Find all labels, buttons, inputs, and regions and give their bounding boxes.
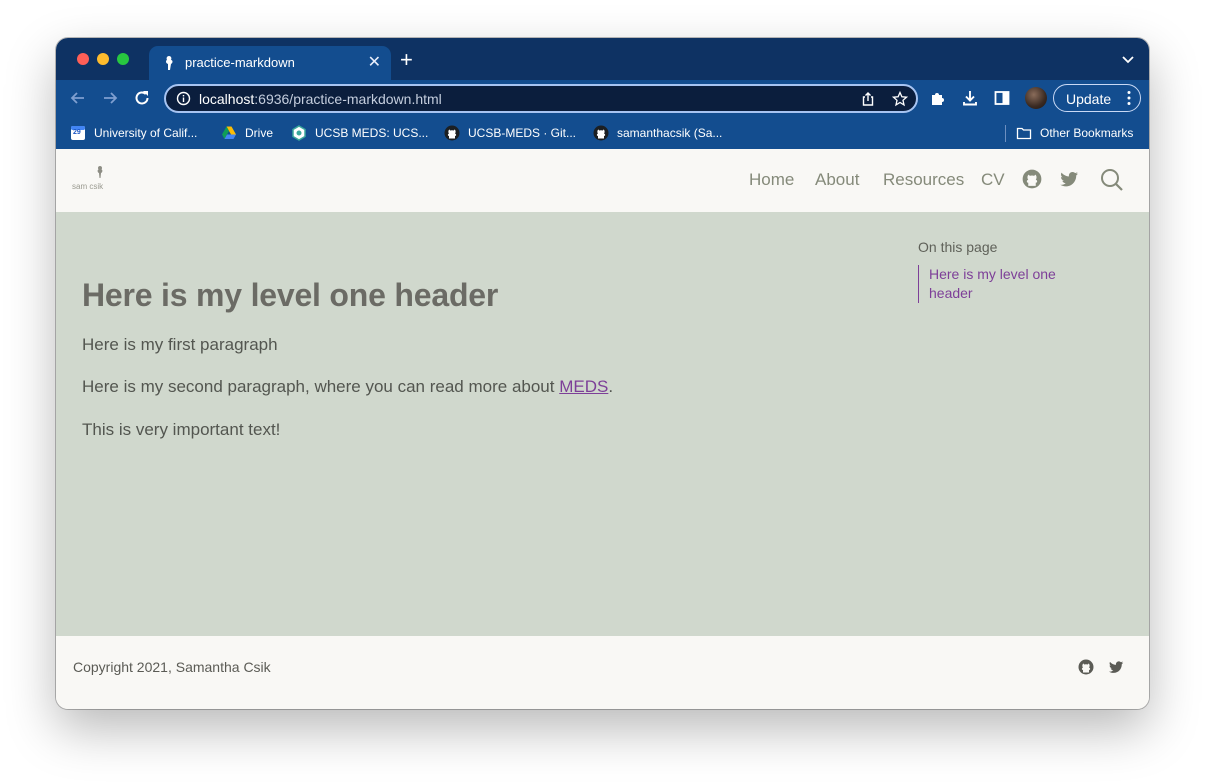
browser-toolbar: localhost:6936/practice-markdown.html Up… [56,80,1149,117]
meds-link[interactable]: MEDS [559,377,608,396]
maximize-window-button[interactable] [117,53,129,65]
logo-text: sam csik [72,182,104,191]
toc-title: On this page [918,239,998,255]
twitter-icon[interactable] [1059,169,1079,189]
google-drive-icon [222,126,236,139]
site-footer: Copyright 2021, Samantha Csik [56,636,1149,709]
url-host: localhost [199,91,255,107]
github-icon [593,125,609,141]
browser-tab-active[interactable]: practice-markdown ✕ [149,46,391,80]
bookmark-label: samanthacsik (Sa... [617,126,723,140]
back-arrow-icon[interactable] [68,88,88,108]
nav-resources[interactable]: Resources [883,170,964,190]
star-bookmark-icon[interactable] [892,91,908,107]
paragraph-second: Here is my second paragraph, where you c… [82,377,613,397]
footer-copyright: Copyright 2021, Samantha Csik [73,659,271,675]
side-panel-icon[interactable] [993,89,1011,107]
site-logo[interactable]: sam csik [72,166,112,194]
bookmark-label: University of Calif... [94,126,198,140]
paragraph-first: Here is my first paragraph [82,335,278,354]
extensions-puzzle-icon[interactable] [929,89,947,107]
paragraph-second-text: Here is my second paragraph, where you c… [82,377,560,396]
bookmark-label: Drive [245,126,274,140]
nav-about[interactable]: About [815,170,859,190]
url-text: localhost:6936/practice-markdown.html [199,91,442,107]
main-content: Here is my level one header Here is my f… [56,212,1149,636]
update-label: Update [1066,91,1112,107]
search-icon[interactable] [1100,168,1124,192]
profile-avatar[interactable] [1025,87,1047,109]
github-icon [444,125,460,141]
address-bar[interactable]: localhost:6936/practice-markdown.html [164,84,918,113]
github-icon[interactable] [1078,659,1094,675]
bookmark-label: Other Bookmarks [1040,126,1134,140]
site-navbar: sam csik Home About Resources CV [56,149,1149,212]
new-tab-button[interactable]: + [400,49,413,71]
close-window-button[interactable] [77,53,89,65]
toc-item-header[interactable]: Here is my level one header [918,265,1088,303]
meds-hex-icon [292,125,306,141]
bookmark-label: UCSB MEDS: UCS... [315,126,429,140]
update-button[interactable]: Update [1053,84,1141,112]
github-icon[interactable] [1022,169,1042,189]
page-title: Here is my level one header [82,277,499,313]
bookmarks-bar: 29 University of Calif... Drive UCSB MED… [56,117,1149,149]
paragraph-second-end: . [608,377,614,396]
twitter-icon[interactable] [1108,659,1124,675]
folder-icon [1016,127,1032,140]
nav-home[interactable]: Home [749,170,794,190]
tab-strip: practice-markdown ✕ + [56,38,1149,80]
minimize-window-button[interactable] [97,53,109,65]
calendar-day: 29 [73,129,81,136]
info-icon[interactable] [176,91,191,106]
quarto-favicon-icon [166,56,173,70]
tab-close-icon[interactable]: ✕ [368,52,381,72]
share-icon[interactable] [860,91,876,107]
paragraph-third: This is very important text! [82,420,281,439]
bookmark-label: UCSB-MEDS · Git... [468,126,577,140]
kebab-menu-icon[interactable] [1127,90,1131,106]
chevron-down-icon[interactable] [1121,52,1135,66]
forward-arrow-icon[interactable] [100,88,120,108]
tab-title: practice-markdown [185,55,295,70]
url-path: :6936/practice-markdown.html [254,91,442,107]
logo-mark-icon [97,166,103,178]
nav-cv[interactable]: CV [981,170,1005,190]
bookmarks-separator [1005,125,1006,142]
reload-icon[interactable] [132,88,152,108]
browser-window: practice-markdown ✕ + localhost:6936/pra… [56,38,1149,709]
download-icon[interactable] [961,89,979,107]
